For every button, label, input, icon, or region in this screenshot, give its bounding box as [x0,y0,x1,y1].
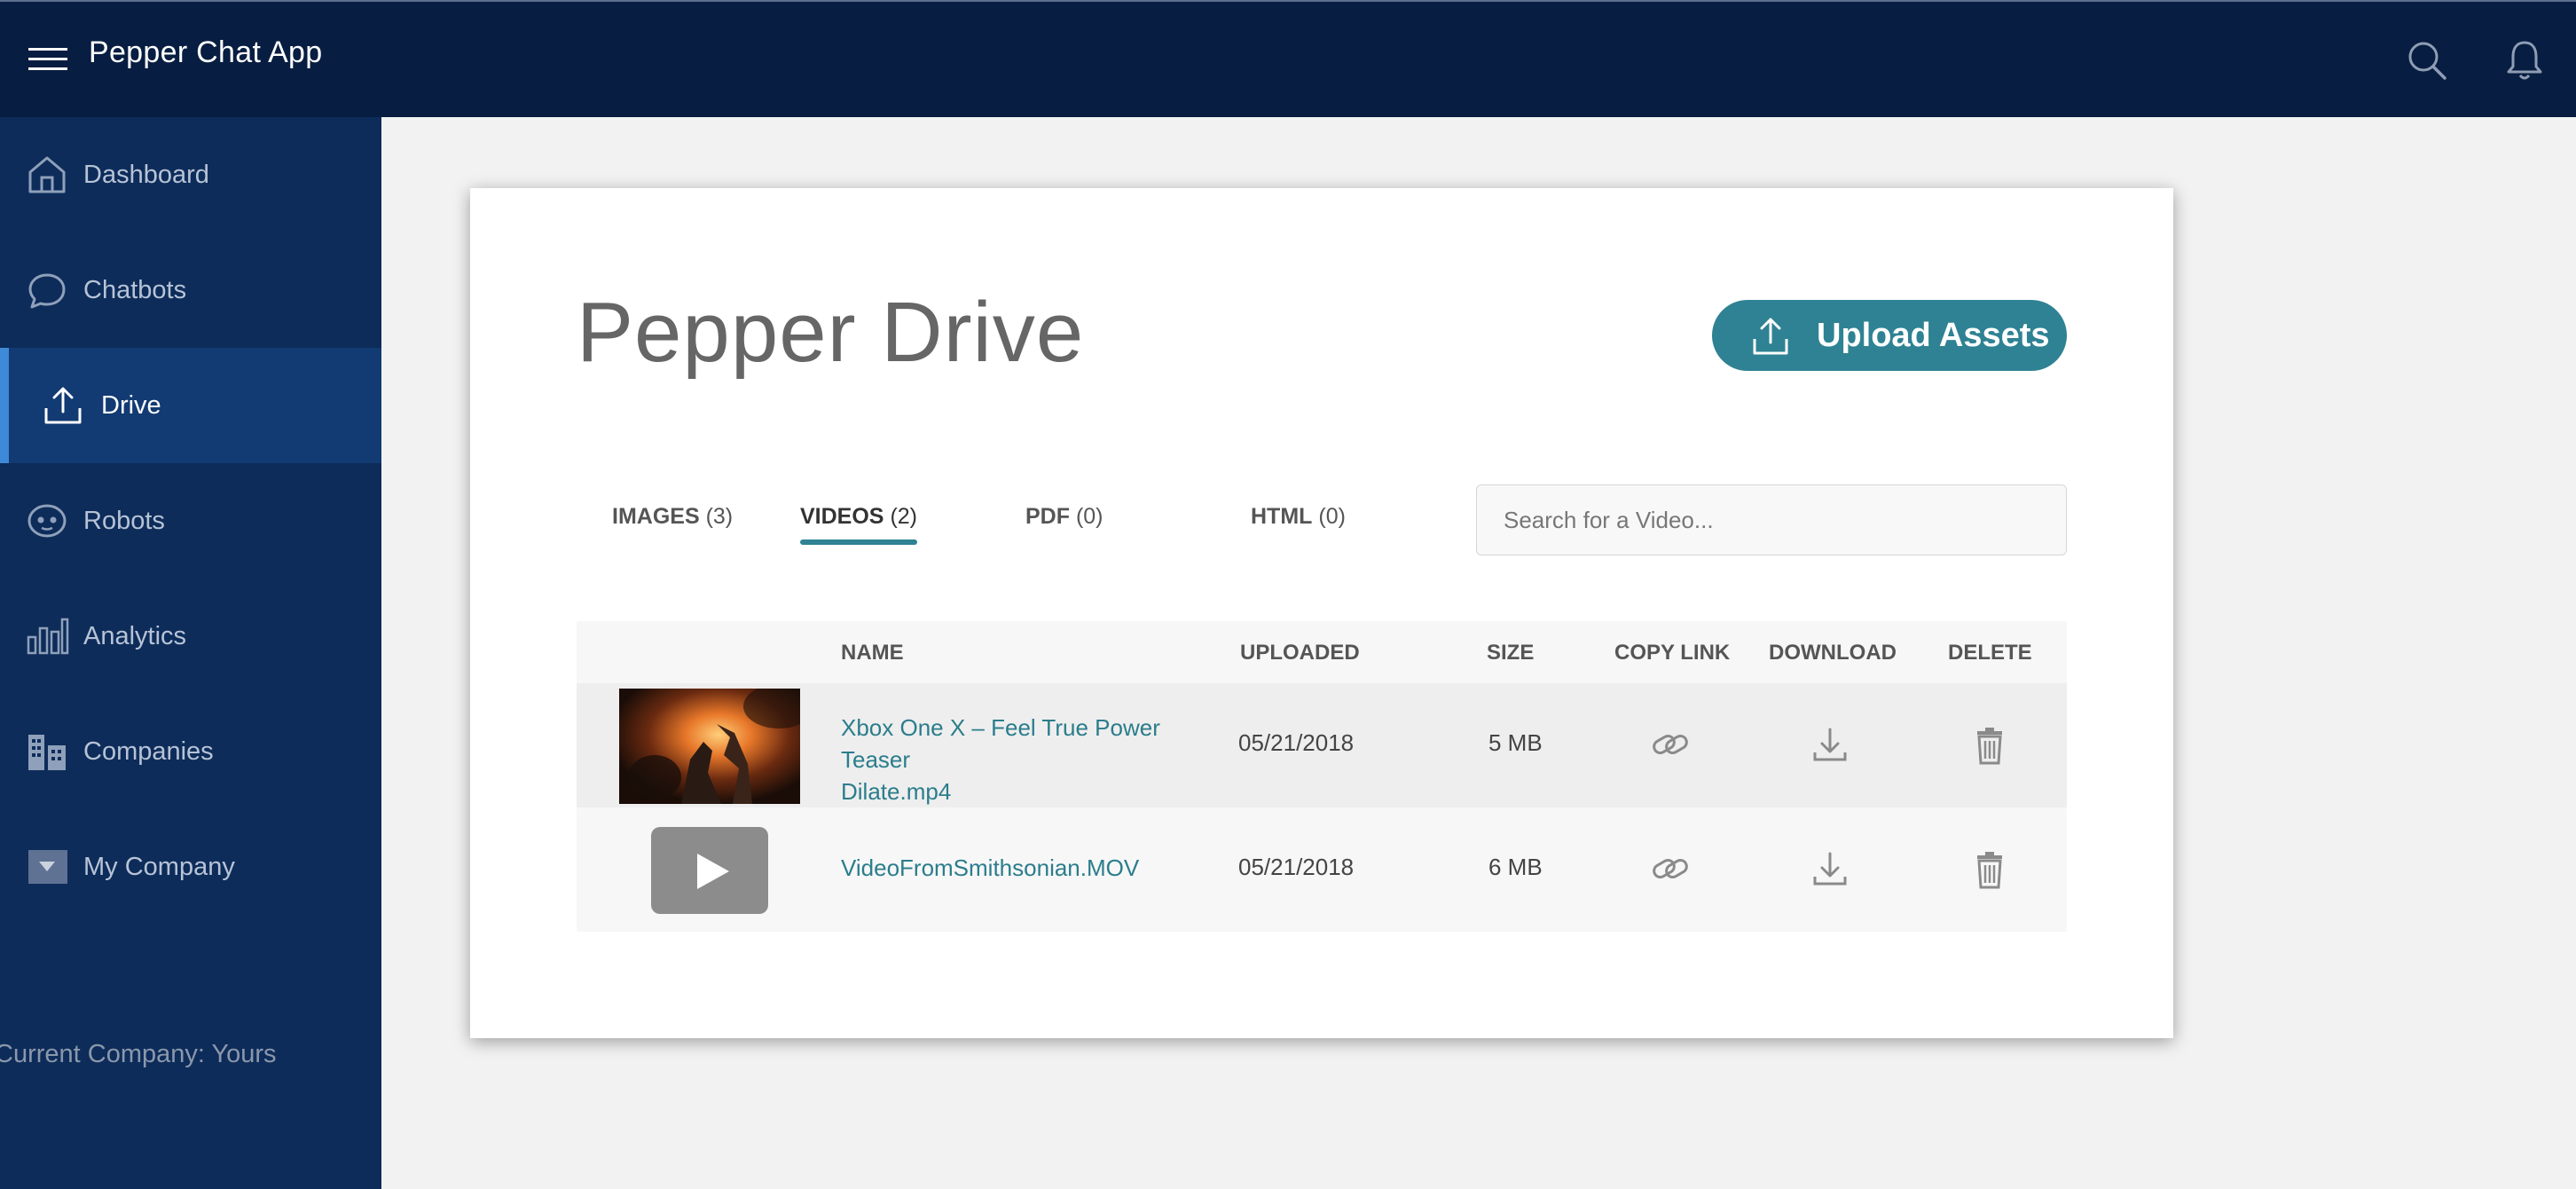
tab-label: PDF [1025,504,1070,529]
trash-icon[interactable] [1969,848,2010,889]
table-header: NAME UPLOADED SIZE COPY LINK DOWNLOAD DE… [577,621,2067,683]
robot-icon [27,504,67,538]
uploaded-date: 05/21/2018 [1238,854,1355,880]
sidebar-item-label: Analytics [83,621,187,650]
current-company-text: Current Company: Yours [0,1040,277,1068]
tab-count: (3) [705,504,734,529]
column-header-uploaded: UPLOADED [1240,641,1360,665]
sidebar-item-chatbots[interactable]: Chatbots [0,232,381,348]
file-size: 5 MB [1488,729,1543,756]
download-icon[interactable] [1810,724,1850,765]
sidebar-item-robots[interactable]: Robots [0,463,381,579]
search-icon[interactable] [2404,37,2450,83]
column-header-name: NAME [841,641,904,665]
file-name-line: VideoFromSmithsonian.MOV [841,854,1140,881]
app-title: Pepper Chat App [89,35,323,69]
sidebar-item-label: Companies [83,736,214,766]
sidebar-item-drive[interactable]: Drive [0,348,381,463]
column-header-size: SIZE [1487,641,1535,665]
video-thumbnail[interactable] [651,827,768,914]
link-icon[interactable] [1650,848,1691,889]
chat-bubble-icon [28,273,66,309]
sidebar-item-label: Dashboard [83,160,209,189]
upload-assets-label: Upload Assets [1817,317,2050,354]
table-row: VideoFromSmithsonian.MOV 05/21/2018 6 MB [577,807,2067,932]
sidebar-item-label: Chatbots [83,275,187,304]
video-thumbnail[interactable] [619,689,800,804]
search-input[interactable] [1476,484,2067,555]
upload-assets-button[interactable]: Upload Assets [1712,300,2067,371]
download-icon[interactable] [1810,848,1850,889]
column-header-download: DOWNLOAD [1769,641,1897,665]
upload-icon [44,387,82,424]
sidebar-item-label: My Company [83,852,235,881]
tab-count: (0) [1318,504,1346,529]
tab-count: (2) [890,504,917,529]
file-name-line: Dilate.mp4 [841,778,952,805]
file-name-link[interactable]: VideoFromSmithsonian.MOV [841,852,1231,884]
tab-label: VIDEOS [800,504,884,529]
active-indicator [0,348,9,463]
tab-label: HTML [1251,504,1313,529]
column-header-delete: DELETE [1948,641,2032,665]
sidebar: Dashboard Chatbots Drive Robots Analytic… [0,117,381,1189]
file-name-line: Xbox One X – Feel True Power Teaser [841,714,1160,773]
page-title: Pepper Drive [577,285,1085,380]
tab-images[interactable]: IMAGES (3) [612,504,733,530]
dropdown-icon [28,850,67,884]
play-icon [697,854,729,889]
sidebar-item-analytics[interactable]: Analytics [0,579,381,694]
sidebar-item-dashboard[interactable]: Dashboard [0,117,381,232]
file-name-link[interactable]: Xbox One X – Feel True Power Teaser Dila… [841,712,1231,807]
home-icon [28,156,66,193]
menu-icon[interactable] [27,41,71,76]
tab-count: (0) [1075,504,1103,529]
tab-videos[interactable]: VIDEOS (2) [800,504,917,545]
sidebar-item-my-company[interactable]: My Company [0,809,381,925]
sidebar-item-companies[interactable]: Companies [0,694,381,809]
tab-pdf[interactable]: PDF (0) [1025,504,1103,530]
trash-icon[interactable] [1969,724,2010,765]
tab-label: IMAGES [612,504,700,529]
sidebar-item-label: Drive [101,390,161,420]
column-header-copy-link: COPY LINK [1614,641,1731,665]
upload-icon [1753,318,1788,355]
uploaded-date: 05/21/2018 [1238,729,1355,756]
drive-card: Pepper Drive Upload Assets IMAGES (3) VI… [470,188,2173,1038]
assets-table: NAME UPLOADED SIZE COPY LINK DOWNLOAD DE… [577,621,2067,932]
file-size: 6 MB [1488,854,1543,880]
bell-icon[interactable] [2501,37,2548,83]
link-icon[interactable] [1650,724,1691,765]
bar-chart-icon [27,618,69,655]
buildings-icon [28,735,66,770]
tab-html[interactable]: HTML (0) [1251,504,1346,530]
top-bar: Pepper Chat App [0,0,2576,117]
active-tab-underline [800,539,917,545]
table-row: Xbox One X – Feel True Power Teaser Dila… [577,683,2067,807]
sidebar-item-label: Robots [83,506,165,535]
